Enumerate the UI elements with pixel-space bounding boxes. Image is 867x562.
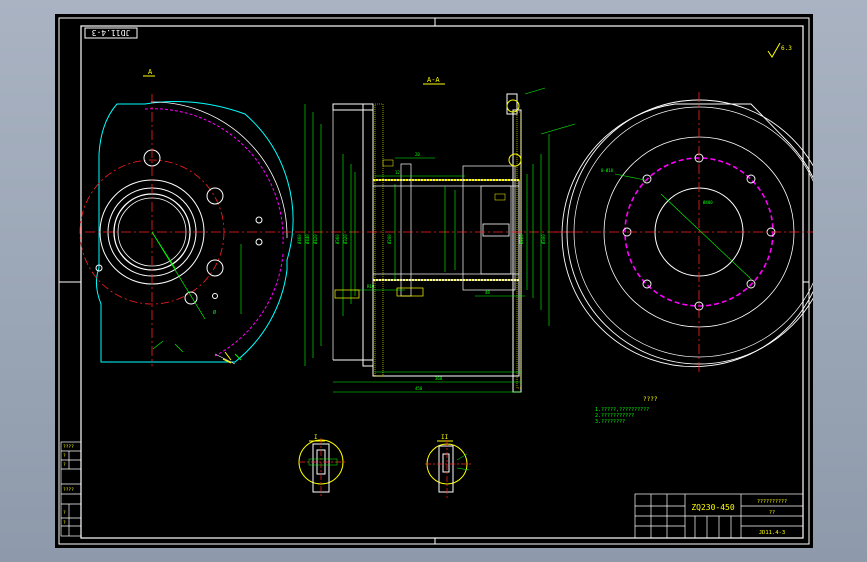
svg-text:12: 12 [395,170,400,175]
svg-text:?: ? [63,453,66,459]
svg-text:????: ???? [63,444,74,450]
svg-text:Ø300: Ø300 [541,234,546,244]
svg-text:????: ???? [63,487,74,493]
svg-text:8-Ø18: 8-Ø18 [601,168,614,173]
svg-text:?: ? [63,520,66,526]
svg-text:20: 20 [415,152,420,157]
svg-text:Ø: Ø [213,309,216,316]
view-label-a: A [148,68,153,76]
title-block-text: ZQ230-450 ?????????? ?? JD11.4-3 [691,499,787,536]
svg-text:Ø320: Ø320 [343,234,348,244]
section-label: A-A [427,76,440,84]
svg-text:3.????????: 3.???????? [595,419,625,425]
svg-text:JD11.4-3: JD11.4-3 [759,530,786,536]
right-view: 8-Ø18 Ø400 [555,92,813,374]
left-view: A Ø [79,68,295,366]
drawing-viewport[interactable]: JD11.4-3 6.3 A Ø A-A Ø460 Ø440 Ø420 Ø360… [55,14,813,548]
svg-text:Ø200: Ø200 [387,234,392,244]
svg-text:??: ?? [769,510,775,516]
svg-text:Ø460: Ø460 [297,234,302,244]
svg-text:?: ? [63,510,66,516]
svg-text:R10: R10 [367,284,375,289]
svg-text:48: 48 [485,290,490,295]
svg-text:II: II [441,434,449,441]
svg-text:Ø400: Ø400 [703,200,713,205]
revision-table-text: ???? ? ? ???? ? ? [63,444,74,526]
cad-application: JD11.4-3 6.3 A Ø A-A Ø460 Ø440 Ø420 Ø360… [0,0,867,562]
svg-text:6.3: 6.3 [781,45,792,52]
svg-text:Ø420: Ø420 [313,234,318,244]
inner-frame [80,25,804,539]
detail-view-1: I [298,434,347,496]
svg-text:?: ? [63,462,66,468]
part-number: ZQ230-450 [691,503,735,512]
roughness-symbol: 6.3 [767,42,792,58]
svg-text:360: 360 [435,376,443,381]
drawing-canvas: JD11.4-3 6.3 A Ø A-A Ø460 Ø440 Ø420 Ø360… [58,17,813,545]
svg-text:Ø440: Ø440 [305,234,310,244]
detail-view-2: II [425,434,471,498]
svg-text:450: 450 [415,386,423,391]
svg-text:????: ???? [643,396,658,403]
section-view: A-A Ø460 Ø440 Ø420 Ø360 Ø320 Ø200 Ø220 Ø… [295,76,576,393]
stamp-text: JD11.4-3 [92,28,131,37]
svg-text:Ø220: Ø220 [519,234,524,244]
svg-text:Ø360: Ø360 [335,234,340,244]
svg-text:??????????: ?????????? [757,499,787,505]
technical-notes: ???? 1.?????,?????????? 2.??????????? 3.… [595,396,658,425]
